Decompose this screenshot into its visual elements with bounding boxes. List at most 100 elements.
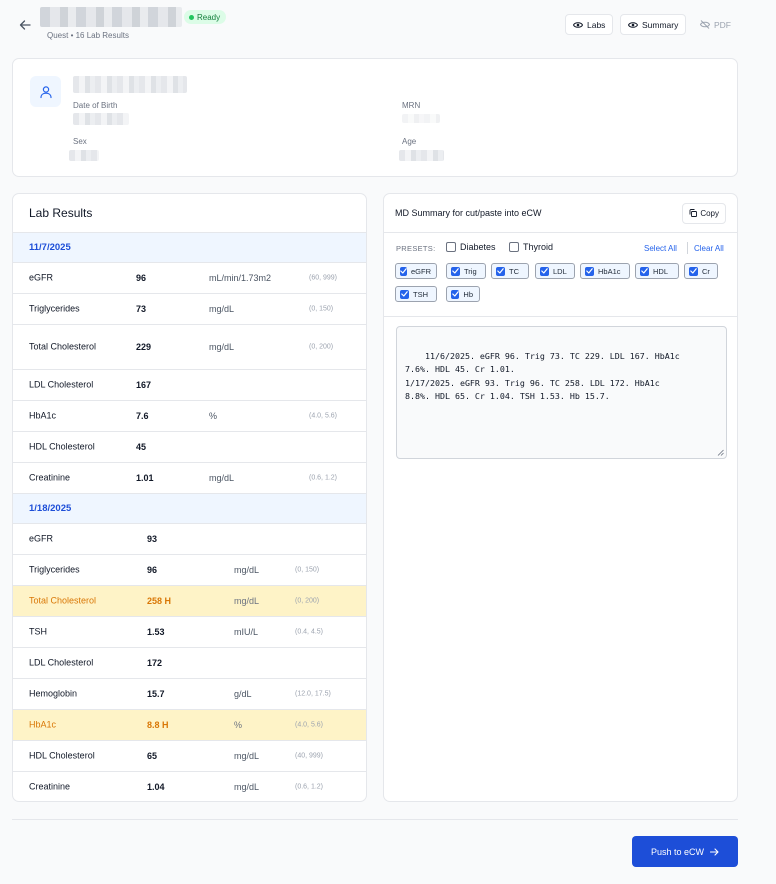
lab-row: HDL Cholesterol 45 — [13, 432, 366, 463]
labs-button-label: Labs — [587, 19, 606, 30]
lab-name: eGFR — [29, 272, 54, 283]
preset-label: Diabetes — [460, 242, 496, 252]
lab-name: Total Cholesterol — [29, 595, 97, 606]
lab-reference-range: (0.4, 4.5) — [295, 628, 324, 636]
lab-value: 1.04 — [147, 781, 165, 792]
preset-diabetes[interactable]: Diabetes — [446, 242, 496, 252]
dob-value-redacted — [73, 113, 129, 125]
lab-row: Creatinine 1.04 mg/dL (0.6, 1.2) — [13, 772, 366, 801]
lab-chip[interactable]: HDL — [635, 263, 679, 279]
user-icon — [39, 85, 52, 98]
checkbox-unchecked-icon[interactable] — [509, 242, 519, 252]
lab-unit: mg/dL — [209, 342, 235, 352]
eye-icon — [628, 21, 638, 28]
lab-row: Triglycerides 96 mg/dL (0, 150) — [13, 555, 366, 586]
lab-reference-range: (0, 200) — [295, 597, 320, 605]
checkbox-checked-icon[interactable] — [689, 266, 698, 276]
lab-name: HbA1c — [29, 719, 57, 730]
lab-chip[interactable]: LDL — [535, 263, 575, 279]
lab-chip[interactable]: Cr — [684, 263, 718, 279]
lab-unit: g/dL — [234, 689, 252, 699]
lab-value: 96 — [136, 273, 147, 283]
lab-value: 1.53 — [147, 627, 165, 637]
copy-button-label: Copy — [700, 208, 719, 218]
lab-unit: mL/min/1.73m2 — [209, 273, 272, 283]
copy-icon — [689, 209, 698, 217]
lab-unit: % — [209, 411, 218, 421]
preset-thyroid[interactable]: Thyroid — [509, 242, 553, 252]
lab-name: Triglycerides — [29, 564, 80, 575]
checkbox-checked-icon[interactable] — [400, 266, 407, 276]
lab-chip[interactable]: Hb — [446, 286, 480, 302]
summary-button[interactable]: Summary — [620, 14, 687, 35]
report-subtitle: Quest • 16 Lab Results — [47, 31, 129, 40]
patient-name-redacted — [40, 7, 182, 27]
lab-value: 1.01 — [136, 473, 154, 483]
eye-icon — [573, 21, 583, 28]
link-divider — [687, 242, 688, 254]
checkbox-checked-icon[interactable] — [640, 266, 649, 276]
resize-grip-icon[interactable] — [717, 449, 724, 456]
checkbox-checked-icon[interactable] — [540, 266, 549, 276]
lab-row: HbA1c 7.6% (4.0, 5.6) — [13, 401, 366, 432]
back-arrow-icon[interactable] — [16, 16, 34, 34]
lab-row: eGFR 93 — [13, 524, 366, 555]
lab-unit: mIU/L — [234, 627, 259, 637]
lab-unit: mg/dL — [234, 596, 260, 606]
sex-value-redacted — [69, 150, 99, 161]
lab-chip[interactable]: Trig — [446, 263, 486, 279]
lab-value: 8.8 H — [147, 720, 169, 730]
summary-textarea[interactable]: 11/6/2025. eGFR 96. Trig 73. TC 229. LDL… — [396, 326, 727, 459]
lab-row: Creatinine 1.01 mg/dL (0.6, 1.2) — [13, 463, 366, 494]
lab-row: HDL Cholesterol 65 mg/dL (40, 999) — [13, 741, 366, 772]
summary-button-label: Summary — [642, 19, 679, 30]
lab-name: Hemoglobin — [29, 688, 78, 699]
checkbox-checked-icon[interactable] — [400, 289, 409, 299]
top-bar: Ready Quest • 16 Lab Results Labs Summar… — [0, 0, 776, 50]
lab-value: 93 — [147, 534, 158, 544]
age-label: Age — [402, 137, 417, 146]
lab-name: TSH — [29, 626, 47, 637]
lab-reference-range: (0, 150) — [309, 305, 334, 313]
lab-reference-range: (0.6, 1.2) — [295, 783, 324, 790]
copy-button[interactable]: Copy — [682, 202, 726, 224]
patient-name-redacted — [73, 76, 187, 93]
lab-chip[interactable]: TC — [491, 263, 529, 279]
lab-row: eGFR 96 mL/min/1.73m2 (60, 999) — [13, 263, 366, 294]
labs-button[interactable]: Labs — [565, 14, 614, 35]
lab-name: HDL Cholesterol — [29, 750, 95, 761]
lab-results-table: 11/7/2025 eGFR 96 mL/min/1.73m2 (60, 999) Tri… — [13, 233, 366, 801]
select-all-link[interactable]: Select All — [644, 244, 677, 253]
clear-all-link[interactable]: Clear All — [694, 244, 724, 253]
lab-reference-range: (12.0, 17.5) — [295, 690, 331, 698]
push-to-ecw-button[interactable]: Push to eCW — [632, 836, 738, 867]
checkbox-unchecked-icon[interactable] — [446, 242, 456, 252]
lab-chip-label: HDL — [653, 266, 669, 276]
checkbox-checked-icon[interactable] — [451, 289, 460, 299]
lab-unit: mg/dL — [234, 751, 260, 761]
lab-name: HDL Cholesterol — [29, 441, 95, 452]
lab-chip[interactable]: TSH — [395, 286, 437, 302]
presets-label: PRESETS: — [396, 244, 436, 253]
lab-reference-range: (4.0, 5.6) — [309, 412, 338, 420]
lab-name: Triglycerides — [29, 303, 80, 314]
push-button-label: Push to eCW — [650, 846, 705, 857]
checkbox-checked-icon[interactable] — [451, 266, 460, 276]
arrow-right-icon — [710, 847, 719, 856]
lab-row: Total Cholesterol 229 mg/dL (0, 200) — [13, 325, 366, 370]
status-label: Ready — [197, 12, 221, 22]
lab-reference-range: (60, 999) — [309, 274, 338, 282]
lab-results-panel: Lab Results 11/7/2025 eGFR 96 mL/min/1.73m2… — [12, 193, 367, 802]
summary-title: MD Summary for cut/paste into eCW — [395, 208, 542, 218]
lab-unit: % — [234, 720, 243, 730]
lab-chip[interactable]: HbA1c — [580, 263, 630, 279]
checkbox-checked-icon[interactable] — [496, 266, 505, 276]
checkbox-checked-icon[interactable] — [585, 266, 594, 276]
lab-chip-label: HbA1c — [598, 266, 621, 276]
lab-chip-label: TC — [509, 266, 519, 276]
summary-text-content: 11/6/2025. eGFR 96. Trig 73. TC 229. LDL… — [405, 350, 680, 402]
status-dot-icon — [189, 14, 194, 20]
lab-unit: mg/dL — [209, 473, 235, 483]
lab-chip[interactable]: eGFR — [395, 263, 437, 279]
pdf-button[interactable]: PDF — [700, 14, 731, 35]
